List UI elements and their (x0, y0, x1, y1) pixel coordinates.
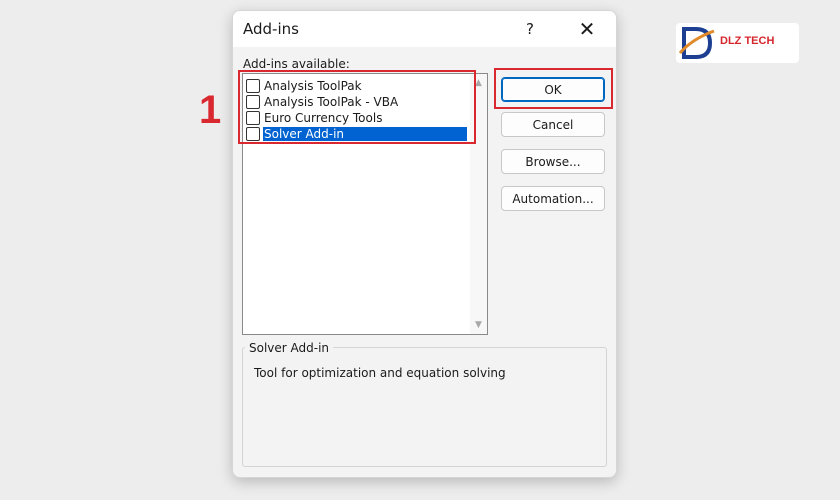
cancel-button[interactable]: Cancel (501, 112, 605, 137)
description-groupbox (242, 347, 607, 467)
annotation-step-1: 1 (199, 88, 222, 132)
add-ins-available-label: Add-ins available: (243, 57, 350, 71)
annotation-box-listbox (238, 70, 476, 144)
close-button[interactable]: ✕ (573, 16, 601, 42)
description-text: Tool for optimization and equation solvi… (254, 366, 506, 380)
dlz-tech-logo: DLZ TECH (676, 23, 799, 63)
automation-button[interactable]: Automation... (501, 186, 605, 211)
scroll-down-arrow-icon[interactable]: ▼ (470, 318, 487, 332)
help-button[interactable]: ? (519, 18, 541, 40)
title-bar: Add-ins ? ✕ (233, 11, 616, 47)
browse-button[interactable]: Browse... (501, 149, 605, 174)
annotation-box-ok (494, 68, 613, 109)
dlz-tech-logo-mark (678, 27, 715, 59)
description-title: Solver Add-in (245, 341, 334, 355)
dlz-tech-logo-text: DLZ TECH (720, 35, 775, 47)
dialog-title: Add-ins (243, 20, 299, 38)
